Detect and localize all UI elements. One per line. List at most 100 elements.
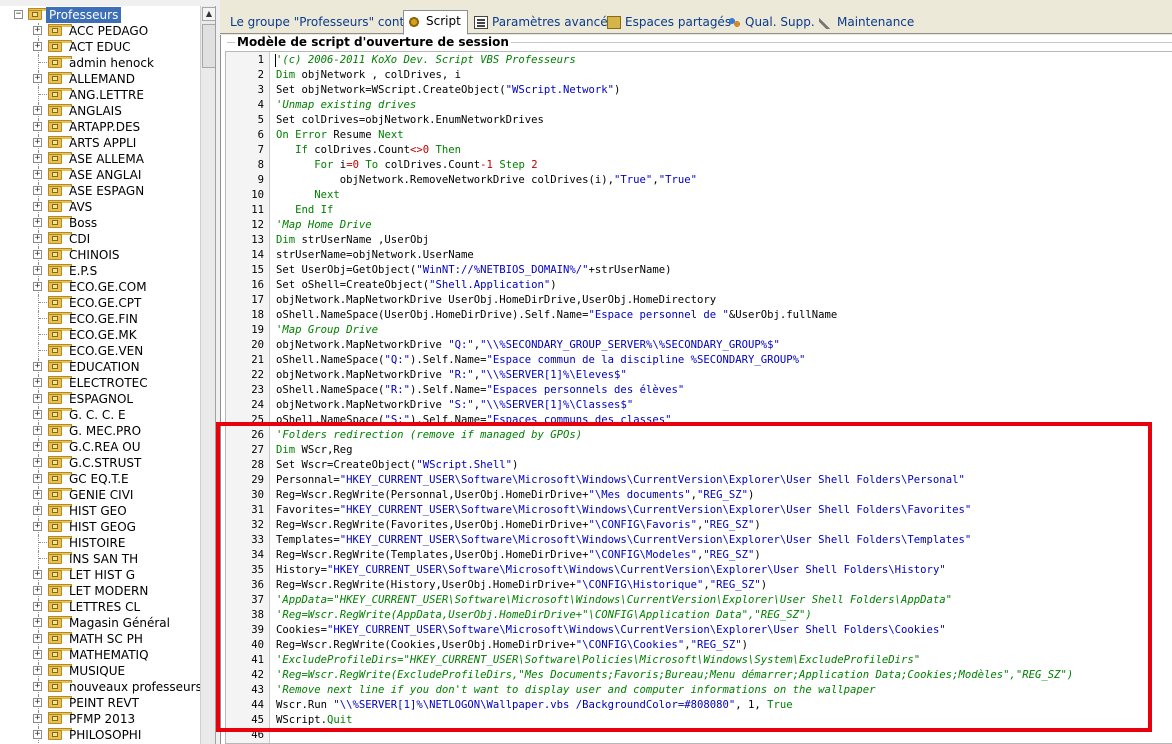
expand-icon[interactable]: + bbox=[33, 362, 42, 371]
code-token: Then bbox=[435, 144, 462, 156]
code-token: Quit bbox=[327, 714, 353, 726]
tree-scrollbar[interactable]: ▲ bbox=[200, 6, 215, 744]
shared-folder-icon bbox=[607, 16, 621, 29]
code-token: Reg=Wscr.RegWrite(Personnal,UserObj.Home… bbox=[276, 489, 589, 501]
expand-icon[interactable]: + bbox=[33, 378, 42, 387]
code-line: 16 Set oShell=CreateObject("Shell.Applica… bbox=[226, 278, 1172, 293]
tab-maintenance[interactable]: Maintenance bbox=[815, 12, 914, 34]
code-text: Reg=Wscr.RegWrite(Cookies,UserObj.HomeDi… bbox=[276, 638, 748, 653]
tab-label: Qual. Supp. bbox=[745, 15, 815, 29]
expand-icon[interactable]: + bbox=[33, 570, 42, 579]
expand-icon[interactable]: + bbox=[33, 186, 42, 195]
code-token: "Espaces communs des classes" bbox=[486, 414, 672, 426]
expand-icon[interactable]: + bbox=[33, 490, 42, 499]
expand-icon[interactable]: + bbox=[33, 170, 42, 179]
expand-icon[interactable]: + bbox=[33, 442, 42, 451]
code-text: WScript.Quit bbox=[276, 713, 353, 728]
expand-icon[interactable]: + bbox=[33, 458, 42, 467]
expand-icon[interactable]: + bbox=[33, 202, 42, 211]
expand-icon[interactable]: + bbox=[33, 282, 42, 291]
code-token: oShell.NameSpace( bbox=[276, 354, 385, 366]
expand-icon[interactable]: + bbox=[33, 650, 42, 659]
tab-qual-supp[interactable]: Qual. Supp. bbox=[723, 12, 815, 34]
code-text: oShell.NameSpace("R:").Self.Name="Espace… bbox=[276, 383, 684, 398]
expand-icon[interactable]: + bbox=[33, 634, 42, 643]
code-text: Dim strUserName ,UserObj bbox=[276, 233, 429, 248]
expand-icon[interactable]: + bbox=[33, 682, 42, 691]
expand-icon[interactable]: + bbox=[33, 74, 42, 83]
expand-icon[interactable]: + bbox=[33, 522, 42, 531]
line-number: 10 bbox=[251, 189, 264, 201]
code-token: 'ExcludeProfileDirs="HKEY_CURRENT_USER\S… bbox=[276, 654, 921, 666]
expand-icon[interactable]: + bbox=[33, 618, 42, 627]
expand-icon[interactable]: + bbox=[33, 138, 42, 147]
tree-guide-line bbox=[38, 311, 39, 327]
folder-icon bbox=[48, 200, 72, 212]
folder-icon bbox=[48, 584, 72, 596]
folder-icon bbox=[48, 600, 72, 612]
expand-icon[interactable]: + bbox=[33, 698, 42, 707]
expand-icon[interactable]: + bbox=[33, 730, 42, 739]
code-text: Reg=Wscr.RegWrite(Favorites,UserObj.Home… bbox=[276, 518, 761, 533]
line-number: 41 bbox=[251, 654, 264, 666]
expand-icon[interactable]: + bbox=[33, 218, 42, 227]
expand-icon[interactable]: + bbox=[33, 26, 42, 35]
line-number: 29 bbox=[251, 474, 264, 486]
expand-icon[interactable]: + bbox=[33, 266, 42, 275]
tree-guide-line bbox=[38, 327, 39, 343]
folder-icon bbox=[48, 632, 72, 644]
expand-icon[interactable]: + bbox=[33, 666, 42, 675]
code-text: objNetwork.RemoveNetworkDrive colDrives(… bbox=[276, 173, 697, 188]
expand-icon[interactable]: + bbox=[33, 586, 42, 595]
expand-icon[interactable]: + bbox=[33, 410, 42, 419]
scroll-thumb[interactable] bbox=[202, 24, 215, 68]
tab-script[interactable]: Script bbox=[403, 10, 468, 35]
expand-icon[interactable]: + bbox=[33, 426, 42, 435]
code-token: Cookies= bbox=[276, 624, 328, 636]
tab-espaces-partag-s[interactable]: Espaces partagés bbox=[603, 12, 731, 34]
scroll-up-arrow-icon[interactable]: ▲ bbox=[202, 7, 215, 21]
expand-icon[interactable]: + bbox=[33, 234, 42, 243]
expand-icon[interactable]: + bbox=[33, 714, 42, 723]
tab-le-groupe-professeurs-contient[interactable]: Le groupe "Professeurs" contient bbox=[220, 12, 427, 34]
collapse-icon[interactable]: − bbox=[14, 10, 23, 19]
folder-icon bbox=[48, 280, 72, 292]
code-text: Templates="HKEY_CURRENT_USER\Software\Mi… bbox=[276, 533, 971, 548]
code-line: 37 'AppData="HKEY_CURRENT_USER\Software\M… bbox=[226, 593, 1172, 608]
script-editor[interactable]: 1 '(c) 2006-2011 KoXo Dev. Script VBS Pro… bbox=[225, 51, 1172, 744]
group-tree: − Professeurs + ACC PEDAGO + ACT EDUC admin he… bbox=[0, 6, 200, 744]
expand-icon[interactable]: + bbox=[33, 42, 42, 51]
line-number: 7 bbox=[257, 144, 264, 156]
folder-icon bbox=[48, 120, 72, 132]
code-text: Dim WScr,Reg bbox=[276, 443, 353, 458]
line-number: 20 bbox=[251, 339, 264, 351]
code-text: 'Unmap existing drives bbox=[276, 98, 416, 113]
code-line: 6 On Error Resume Next bbox=[226, 128, 1172, 143]
line-number: 35 bbox=[251, 564, 264, 576]
tab-param-tres-avanc-s[interactable]: Paramètres avancés bbox=[470, 12, 614, 34]
line-number: 24 bbox=[251, 399, 264, 411]
expand-icon[interactable]: + bbox=[33, 122, 42, 131]
code-line: 11 End If bbox=[226, 203, 1172, 218]
tree-item-label: nouveaux professeurs bbox=[69, 680, 200, 694]
expand-icon[interactable]: + bbox=[33, 394, 42, 403]
tree-item-label: ESPAGNOL bbox=[69, 392, 134, 406]
code-token: "HKEY_CURRENT_USER\Software\Microsoft\Wi… bbox=[339, 474, 965, 486]
tree-item-label: ACC PEDAGO bbox=[69, 24, 149, 38]
expand-icon[interactable]: + bbox=[33, 106, 42, 115]
folder-icon bbox=[48, 264, 72, 276]
code-token: "REG_SZ" bbox=[690, 639, 742, 651]
line-number: 32 bbox=[251, 519, 264, 531]
expand-icon[interactable]: + bbox=[33, 154, 42, 163]
expand-icon[interactable]: + bbox=[33, 602, 42, 611]
expand-icon[interactable]: + bbox=[33, 250, 42, 259]
line-number: 39 bbox=[251, 624, 264, 636]
line-number: 28 bbox=[251, 459, 264, 471]
expand-icon[interactable]: + bbox=[33, 474, 42, 483]
code-line: 25 oShell.NameSpace("S:").Self.Name="Espa… bbox=[226, 413, 1172, 428]
line-number: 34 bbox=[251, 549, 264, 561]
expand-icon[interactable]: + bbox=[33, 506, 42, 515]
code-token: =0 bbox=[346, 159, 359, 171]
